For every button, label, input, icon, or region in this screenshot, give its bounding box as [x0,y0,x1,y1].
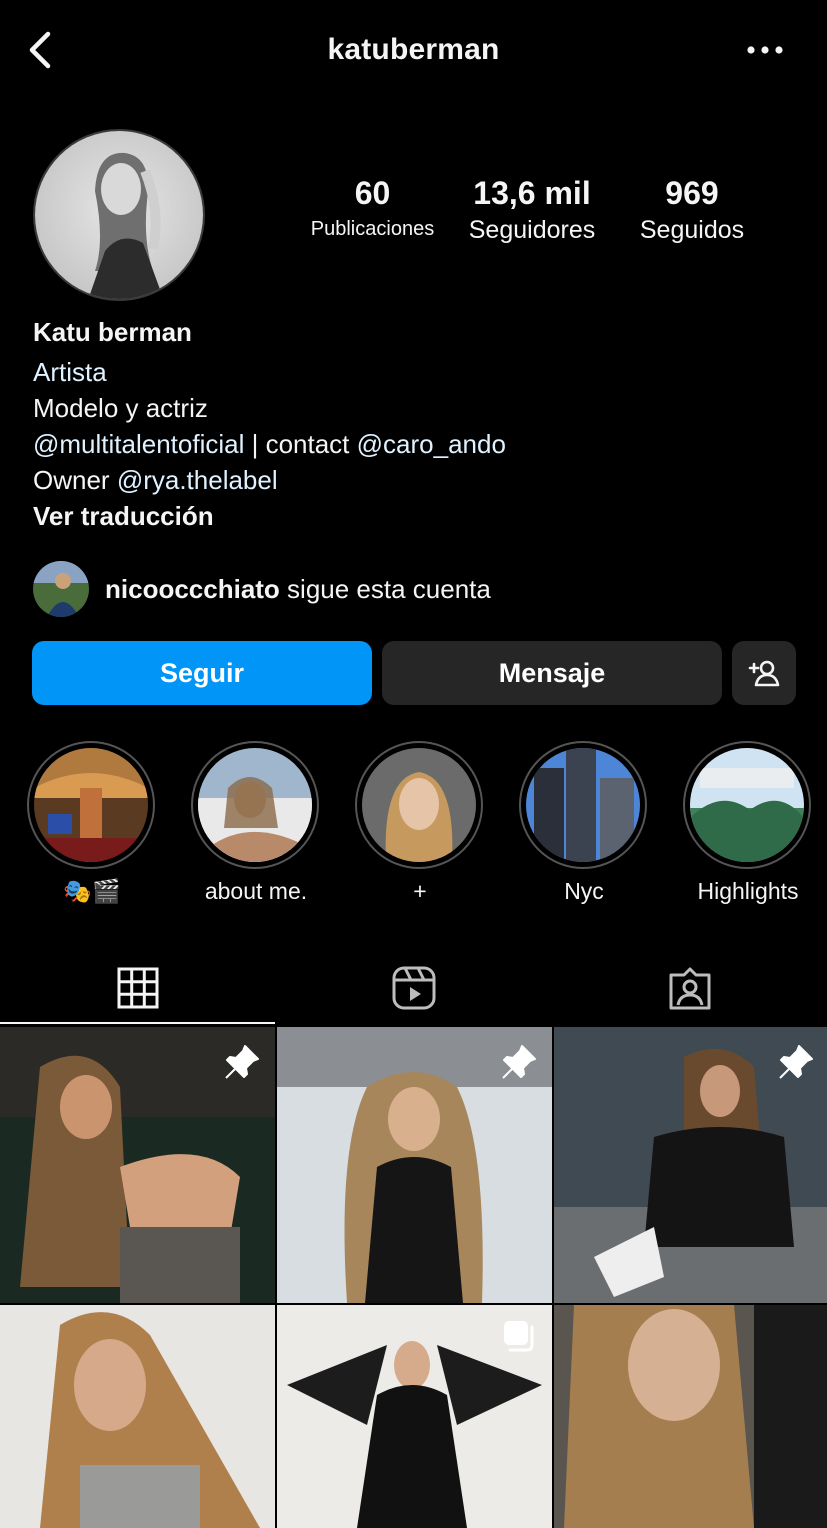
more-options-button[interactable] [743,36,787,64]
follower-avatar [33,561,89,617]
highlight-item[interactable]: 🎭🎬 [27,741,157,905]
grid-icon [117,967,158,1009]
highlight-cover [198,748,312,862]
profile-display-name: Katu berman [33,317,192,347]
bio-line-1: Modelo y actriz [33,393,208,423]
posts-count: 60 [354,175,391,211]
more-horizontal-icon [747,46,783,54]
post-thumbnail[interactable] [0,1027,275,1303]
bio-separator-text: | contact [244,429,357,459]
bio-line-2: @multitalentoficial | contact @caro_ando [33,426,793,462]
highlight-label: Nyc [564,878,604,904]
reels-icon [392,966,435,1010]
mention-link[interactable]: @caro_ando [357,429,506,459]
profile-avatar[interactable] [33,129,205,301]
pin-icon [223,1043,261,1086]
bio-owner-text: Owner [33,465,117,495]
highlight-label: + [413,878,427,904]
pin-icon [500,1043,538,1086]
highlight-item[interactable]: Nyc [519,741,649,905]
see-translation-link[interactable]: Ver traducción [33,498,793,534]
follows-text: sigue esta cuenta [279,574,491,604]
highlight-cover [526,748,640,862]
following-stat[interactable]: 969 Seguidos [628,175,756,245]
mention-link[interactable]: @rya.thelabel [117,465,278,495]
active-tab-indicator [0,1022,275,1024]
profile-category: Artista [33,357,107,387]
following-label: Seguidos [639,216,745,244]
tab-tagged[interactable] [552,952,827,1024]
tab-posts-grid[interactable] [0,952,275,1024]
posts-label: Publicaciones [310,218,435,240]
followers-label: Seguidores [468,216,596,244]
follower-username: nicooccchiato [105,574,280,604]
highlight-label: 🎭🎬 [63,878,121,904]
profile-bio: Katu berman Artista Modelo y actriz @mul… [33,314,793,534]
highlight-label: about me. [204,878,308,904]
profile-stats: 60 Publicaciones 13,6 mil Seguidores 969… [290,175,770,255]
bio-line-3: Owner @rya.thelabel [33,462,793,498]
follow-button[interactable]: Seguir [32,641,372,705]
highlight-cover [34,748,148,862]
followed-by-text: nicooccchiato sigue esta cuenta [105,574,491,605]
highlight-item[interactable]: about me. [191,741,321,905]
profile-photo [35,131,203,299]
post-thumbnail[interactable] [0,1305,275,1528]
post-thumbnail[interactable] [277,1305,552,1528]
top-bar: katuberman [0,0,827,100]
post-thumbnail[interactable] [554,1027,827,1303]
mention-link[interactable]: @multitalentoficial [33,429,244,459]
highlight-cover [690,748,804,862]
highlight-label: Highlights [697,878,799,904]
posts-stat[interactable]: 60 Publicaciones [300,175,445,241]
add-person-icon [748,660,780,687]
highlight-item[interactable]: Highlights [683,741,813,905]
followers-count: 13,6 mil [473,175,591,211]
suggest-accounts-button[interactable] [732,641,796,705]
post-thumbnail[interactable] [554,1305,827,1528]
highlight-cover [362,748,476,862]
following-count: 969 [665,175,719,211]
followed-by-row[interactable]: nicooccchiato sigue esta cuenta [33,561,793,617]
followers-stat[interactable]: 13,6 mil Seguidores [458,175,606,245]
tagged-icon [669,967,710,1010]
profile-username-title: katuberman [327,33,500,66]
multiple-photos-icon [502,1319,536,1358]
highlight-item[interactable]: + [355,741,485,905]
post-thumbnail[interactable] [277,1027,552,1303]
pin-icon [777,1043,815,1086]
message-button[interactable]: Mensaje [382,641,722,705]
tab-reels[interactable] [276,952,551,1024]
